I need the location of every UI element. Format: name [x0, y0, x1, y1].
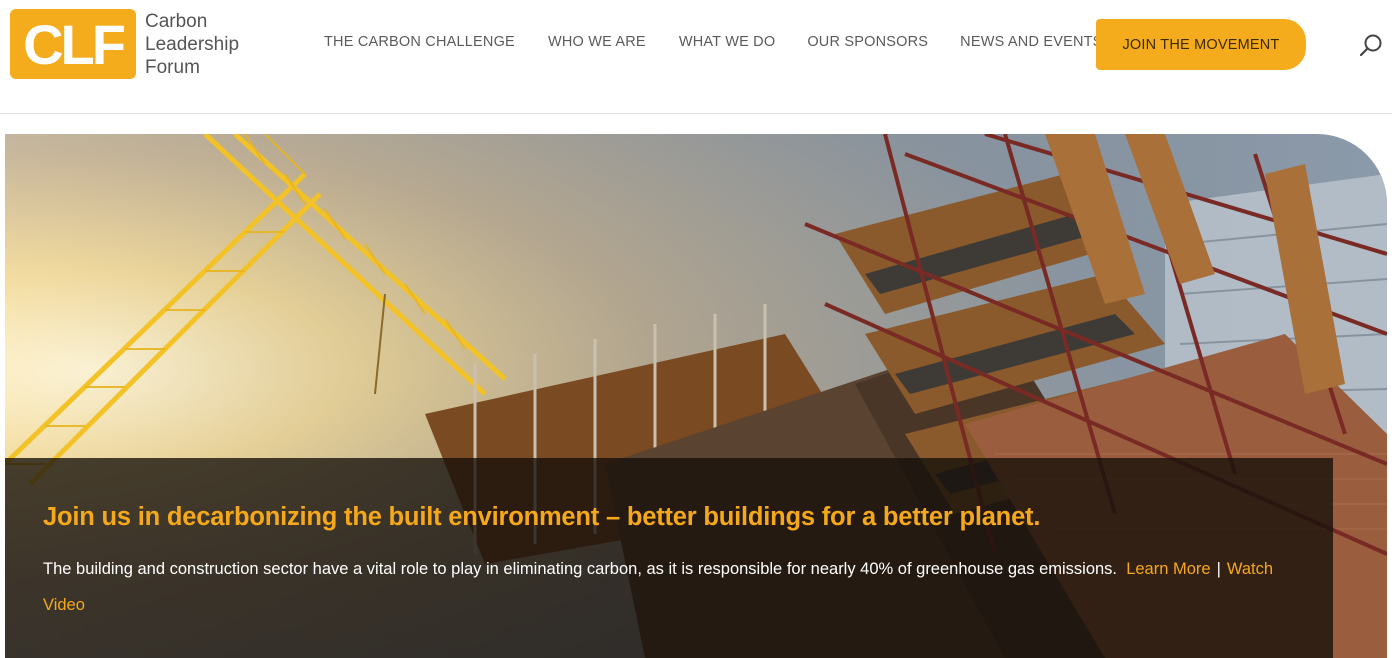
logo-word-2: Leadership — [145, 33, 240, 55]
join-movement-button[interactable]: JOIN THE MOVEMENT — [1096, 19, 1306, 70]
logo-wordmark: Carbon Leadership Forum — [145, 10, 239, 79]
clf-logo[interactable]: CLF Carbon Leadership Forum — [10, 8, 239, 80]
hero-body-text: The building and construction sector hav… — [43, 560, 1118, 578]
hero-caption: Join us in decarbonizing the built envir… — [5, 458, 1333, 658]
nav-item-carbon-challenge[interactable]: THE CARBON CHALLENGE — [324, 34, 515, 50]
logo-word-1: Carbon — [145, 10, 208, 32]
logo-word-3: Forum — [145, 56, 200, 78]
hero-banner: Join us in decarbonizing the built envir… — [5, 134, 1387, 658]
nav-item-what-we-do[interactable]: WHAT WE DO — [679, 34, 776, 50]
search-icon[interactable] — [1358, 33, 1384, 59]
nav-item-news-events[interactable]: NEWS AND EVENTS — [960, 34, 1102, 50]
hero-headline: Join us in decarbonizing the built envir… — [43, 503, 1041, 531]
site-header: CLF Carbon Leadership Forum THE CARBON C… — [0, 0, 1392, 114]
nav-item-our-sponsors[interactable]: OUR SPONSORS — [807, 34, 928, 50]
learn-more-link[interactable]: Learn More — [1126, 560, 1210, 578]
hero-body: The building and construction sector hav… — [43, 551, 1303, 623]
logo-mark: CLF — [10, 9, 136, 79]
main-nav: THE CARBON CHALLENGE WHO WE ARE WHAT WE … — [324, 34, 1103, 50]
link-separator: | — [1216, 560, 1221, 578]
logo-mark-text: CLF — [23, 13, 125, 76]
nav-item-who-we-are[interactable]: WHO WE ARE — [548, 34, 646, 50]
